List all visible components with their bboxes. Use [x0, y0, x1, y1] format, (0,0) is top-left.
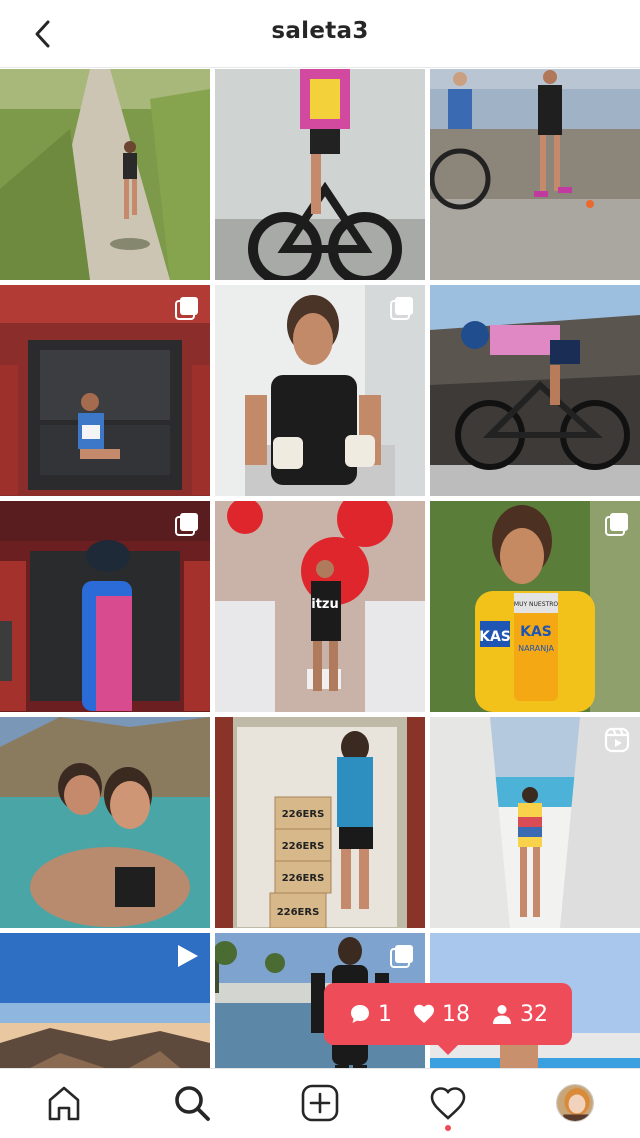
comments-count-value: 1: [378, 1001, 392, 1027]
posts-grid: itzu KAS MUY NUESTRO KAS NARANJA 226ERS …: [0, 69, 640, 1138]
tab-new-post[interactable]: [300, 1083, 340, 1123]
box-brand-text: 226ERS: [282, 873, 325, 884]
followers-count: 32: [490, 1002, 548, 1027]
new-post-icon: [301, 1084, 339, 1122]
comment-bubble-icon: [351, 1005, 369, 1023]
activity-notification-bubble[interactable]: 1 18 32: [324, 983, 572, 1055]
reels-icon: [604, 727, 630, 753]
box-brand-text: 226ERS: [282, 809, 325, 820]
comments-count: 1: [348, 1002, 392, 1027]
post-image: [0, 69, 210, 280]
tab-profile[interactable]: [556, 1084, 594, 1122]
post-tile-van-cyclist[interactable]: [0, 501, 210, 712]
post-tile-coastal-cyclist[interactable]: [430, 285, 640, 496]
post-tile-runner[interactable]: [0, 69, 210, 280]
post-tile-kas-can[interactable]: KAS MUY NUESTRO KAS NARANJA: [430, 501, 640, 712]
post-image: [430, 69, 640, 280]
bottom-tab-bar: [0, 1068, 640, 1138]
box-brand-text: 226ERS: [282, 841, 325, 852]
carousel-icon: [390, 297, 413, 320]
post-image: [215, 69, 425, 280]
can-brand-text: KAS: [520, 624, 552, 640]
likes-count: 18: [412, 1002, 470, 1027]
box-brand-text: 226ERS: [277, 907, 320, 918]
can-tagline-text: MUY NUESTRO: [514, 601, 558, 608]
shirt-kas-text: KAS: [479, 629, 511, 645]
post-tile-van-athlete[interactable]: [0, 285, 210, 496]
person-icon: [493, 1005, 511, 1024]
post-tile-couple-swim[interactable]: [0, 717, 210, 928]
post-tile-transition[interactable]: [430, 69, 640, 280]
post-tile-boxes[interactable]: 226ERS 226ERS 226ERS 226ERS: [215, 717, 425, 928]
activity-dot: [445, 1125, 451, 1131]
post-image: itzu: [215, 501, 425, 712]
carousel-icon: [605, 513, 628, 536]
followers-count-value: 32: [520, 1001, 548, 1027]
profile-username-title: saleta3: [271, 18, 369, 44]
play-icon: [178, 945, 198, 967]
tab-home[interactable]: [44, 1083, 84, 1123]
carousel-icon: [175, 297, 198, 320]
post-tile-tt-bike[interactable]: [215, 69, 425, 280]
tab-search[interactable]: [172, 1083, 212, 1123]
likes-count-value: 18: [442, 1001, 470, 1027]
post-tile-jars[interactable]: [215, 285, 425, 496]
post-image: [0, 717, 210, 928]
post-tile-pool-stairs[interactable]: [430, 717, 640, 928]
top-header: saleta3: [0, 0, 640, 68]
activity-heart-icon: [430, 1087, 466, 1120]
post-tile-race-finish[interactable]: itzu: [215, 501, 425, 712]
carousel-icon: [175, 513, 198, 536]
bib-brand-text: itzu: [311, 597, 339, 612]
home-icon: [48, 1086, 80, 1121]
carousel-icon: [390, 945, 413, 968]
profile-avatar: [557, 1085, 593, 1121]
post-image: 226ERS 226ERS 226ERS 226ERS: [215, 717, 425, 928]
heart-icon: [414, 1004, 434, 1023]
search-icon: [175, 1086, 210, 1121]
tab-activity[interactable]: [428, 1083, 468, 1131]
can-flavor-text: NARANJA: [518, 644, 554, 653]
post-image: [430, 285, 640, 496]
